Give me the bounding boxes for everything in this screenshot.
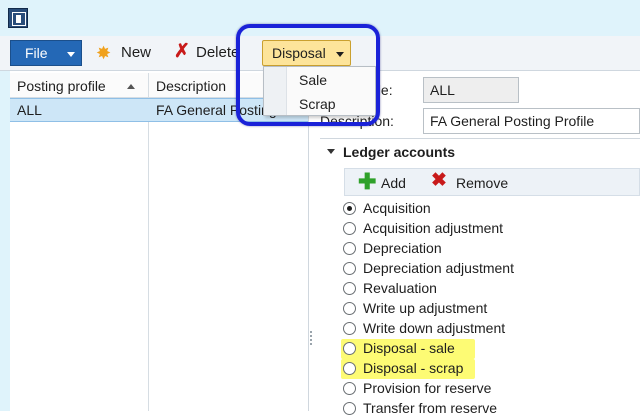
radio-selected-icon[interactable]: [343, 202, 356, 215]
radio-option[interactable]: Write up adjustment: [343, 299, 640, 319]
file-menu-button[interactable]: File: [10, 40, 82, 66]
radio-option-label: Depreciation adjustment: [363, 260, 514, 276]
cell-posting-profile: ALL: [17, 102, 42, 118]
radio-empty-icon[interactable]: [343, 242, 356, 255]
radio-option-label: Write up adjustment: [363, 300, 488, 316]
radio-option-label: Revaluation: [363, 280, 437, 296]
delete-x-icon[interactable]: ✗: [174, 42, 192, 62]
radio-option-label: Write down adjustment: [363, 320, 506, 336]
radio-option[interactable]: Write down adjustment: [343, 319, 640, 339]
app-icon[interactable]: [8, 8, 28, 28]
radio-option[interactable]: Disposal - sale: [341, 339, 640, 359]
annotation-highlight-ring: [236, 24, 380, 126]
left-margin-strip: [0, 71, 10, 411]
radio-option[interactable]: Disposal - scrap: [341, 359, 640, 379]
radio-option[interactable]: Depreciation: [343, 239, 640, 259]
radio-option-label: Disposal - scrap: [363, 360, 464, 376]
radio-option-label: Acquisition adjustment: [363, 220, 504, 236]
column-header-posting-profile[interactable]: Posting profile: [17, 78, 106, 94]
radio-empty-icon[interactable]: [343, 262, 356, 275]
posting-profile-field[interactable]: ALL: [423, 77, 519, 103]
radio-option-label: Acquisition: [363, 200, 431, 216]
description-field[interactable]: FA General Posting Profile: [423, 108, 640, 134]
radio-empty-icon[interactable]: [343, 282, 356, 295]
radio-option[interactable]: Transfer from reserve: [343, 399, 640, 419]
section-divider: [320, 138, 640, 139]
column-header-description[interactable]: Description: [156, 78, 226, 94]
chevron-down-icon: [67, 52, 75, 57]
radio-option-label: Disposal - sale: [363, 340, 455, 356]
radio-option[interactable]: Depreciation adjustment: [343, 259, 640, 279]
radio-empty-icon[interactable]: [343, 362, 356, 375]
radio-option[interactable]: Provision for reserve: [343, 379, 640, 399]
delete-button[interactable]: Delete: [196, 44, 239, 64]
new-button[interactable]: New: [121, 44, 151, 64]
add-plus-icon[interactable]: ✚: [358, 171, 376, 193]
posting-profile-value: ALL: [430, 82, 455, 98]
ledger-accounts-title[interactable]: Ledger accounts: [343, 144, 455, 160]
radio-empty-icon[interactable]: [343, 302, 356, 315]
radio-option[interactable]: Acquisition adjustment: [343, 219, 640, 239]
radio-empty-icon[interactable]: [343, 382, 356, 395]
radio-option[interactable]: Revaluation: [343, 279, 640, 299]
remove-x-icon[interactable]: ✖: [431, 170, 447, 192]
radio-empty-icon[interactable]: [343, 322, 356, 335]
radio-option-label: Provision for reserve: [363, 380, 492, 396]
column-divider[interactable]: [148, 73, 149, 411]
new-sparkle-icon[interactable]: ✸: [96, 44, 114, 62]
radio-option-label: Depreciation: [363, 240, 442, 256]
sort-ascending-icon: [127, 84, 135, 89]
radio-option[interactable]: Acquisition: [343, 199, 640, 219]
description-value: FA General Posting Profile: [430, 113, 595, 129]
remove-button[interactable]: Remove: [456, 175, 508, 191]
collapse-section-icon[interactable]: [327, 149, 335, 154]
radio-empty-icon[interactable]: [343, 342, 356, 355]
add-button[interactable]: Add: [381, 175, 406, 191]
file-button-label: File: [25, 45, 48, 61]
radio-option-label: Transfer from reserve: [363, 400, 498, 416]
radio-empty-icon[interactable]: [343, 402, 356, 415]
radio-empty-icon[interactable]: [343, 222, 356, 235]
